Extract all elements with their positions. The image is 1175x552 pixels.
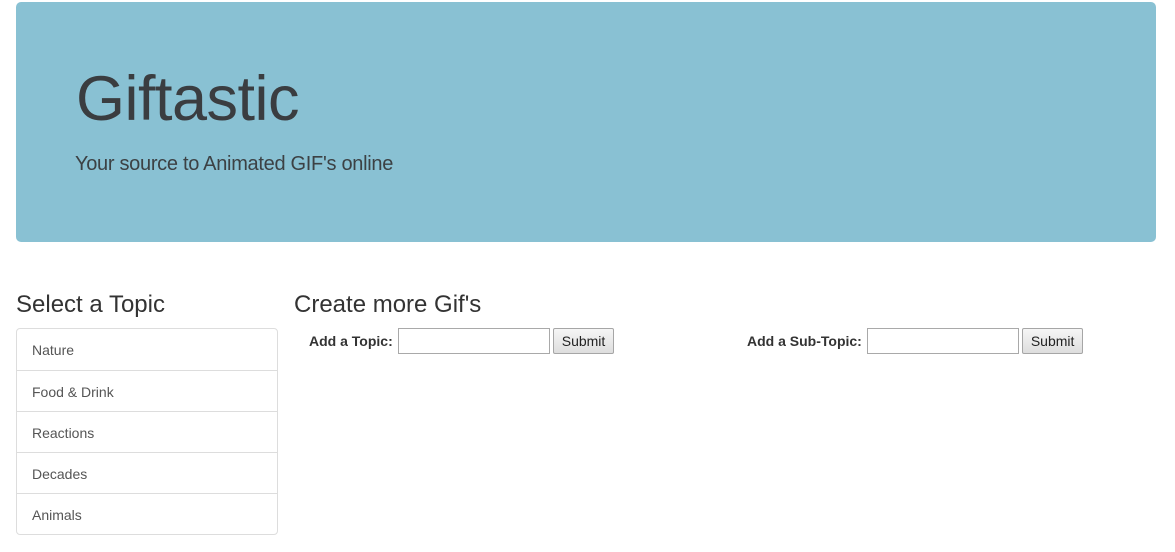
- add-topic-input[interactable]: [397, 328, 550, 354]
- topic-item-food-drink[interactable]: Food & Drink: [17, 370, 277, 411]
- add-subtopic-label: Add a Sub-Topic:: [747, 333, 862, 349]
- add-subtopic-submit-button[interactable]: Submit: [1021, 328, 1084, 354]
- topic-list: Nature Food & Drink Reactions Decades An…: [16, 328, 278, 535]
- create-heading: Create more Gif's: [294, 291, 482, 318]
- jumbotron-header: Giftastic Your source to Animated GIF's …: [16, 2, 1156, 242]
- add-subtopic-input[interactable]: [866, 328, 1019, 354]
- topic-item-decades[interactable]: Decades: [17, 452, 277, 493]
- add-topic-label: Add a Topic:: [309, 333, 393, 349]
- topic-item-reactions[interactable]: Reactions: [17, 411, 277, 452]
- add-topic-submit-button[interactable]: Submit: [552, 328, 615, 354]
- topics-heading: Select a Topic: [16, 291, 165, 318]
- topic-item-nature[interactable]: Nature: [17, 329, 277, 370]
- page-subtitle: Your source to Animated GIF's online: [75, 153, 394, 175]
- topic-item-animals[interactable]: Animals: [17, 493, 277, 534]
- add-subtopic-form: Add a Sub-Topic: Submit: [747, 328, 1084, 354]
- page-title: Giftastic: [76, 64, 300, 134]
- add-topic-form: Add a Topic: Submit: [309, 328, 615, 354]
